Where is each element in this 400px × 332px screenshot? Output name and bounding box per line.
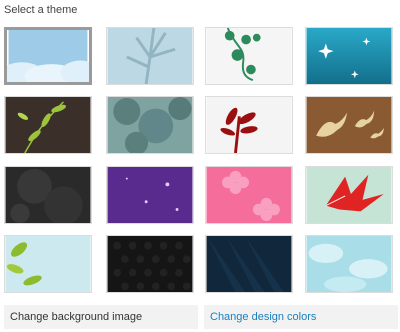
theme-thumb-foliage-teal[interactable] bbox=[106, 96, 194, 154]
dark-hex-icon bbox=[107, 236, 193, 292]
theme-thumb-leaves-dark[interactable] bbox=[4, 96, 92, 154]
theme-thumb-clouds-sky[interactable] bbox=[4, 27, 92, 85]
dark-rays-icon bbox=[206, 236, 292, 292]
pink-flowers-icon bbox=[206, 167, 292, 223]
theme-thumb-pink-flowers[interactable] bbox=[205, 166, 293, 224]
sparkle-teal-icon bbox=[306, 28, 392, 84]
red-plant-icon bbox=[206, 97, 292, 153]
change-background-image-button[interactable]: Change background image bbox=[4, 305, 198, 329]
change-design-colors-link[interactable]: Change design colors bbox=[204, 305, 398, 329]
birds-brown-icon bbox=[306, 97, 392, 153]
theme-thumb-red-plant[interactable] bbox=[205, 96, 293, 154]
theme-thumb-sparkle-teal[interactable] bbox=[305, 27, 393, 85]
foliage-teal-icon bbox=[107, 97, 193, 153]
theme-thumb-light-leaves[interactable] bbox=[4, 235, 92, 293]
leaves-dark-icon bbox=[5, 97, 91, 153]
red-leaf-icon bbox=[306, 167, 392, 223]
theme-thumb-grunge-dark[interactable] bbox=[4, 166, 92, 224]
light-leaves-icon bbox=[5, 236, 91, 292]
clouds-sky-icon bbox=[7, 30, 89, 82]
theme-thumb-bare-tree[interactable] bbox=[106, 27, 194, 85]
green-vine-icon bbox=[206, 28, 292, 84]
theme-thumb-dark-hex[interactable] bbox=[106, 235, 194, 293]
theme-thumb-birds-brown[interactable] bbox=[305, 96, 393, 154]
theme-thumb-green-vine[interactable] bbox=[205, 27, 293, 85]
purple-sparkle-icon bbox=[107, 167, 193, 223]
theme-thumb-soft-clouds[interactable] bbox=[305, 235, 393, 293]
theme-thumb-dark-rays[interactable] bbox=[205, 235, 293, 293]
soft-clouds-icon bbox=[306, 236, 392, 292]
theme-thumb-red-leaf[interactable] bbox=[305, 166, 393, 224]
bare-tree-icon bbox=[107, 28, 193, 84]
grunge-dark-icon bbox=[5, 167, 91, 223]
page-title: Select a theme bbox=[4, 4, 78, 16]
theme-thumb-purple-sparkle[interactable] bbox=[106, 166, 194, 224]
